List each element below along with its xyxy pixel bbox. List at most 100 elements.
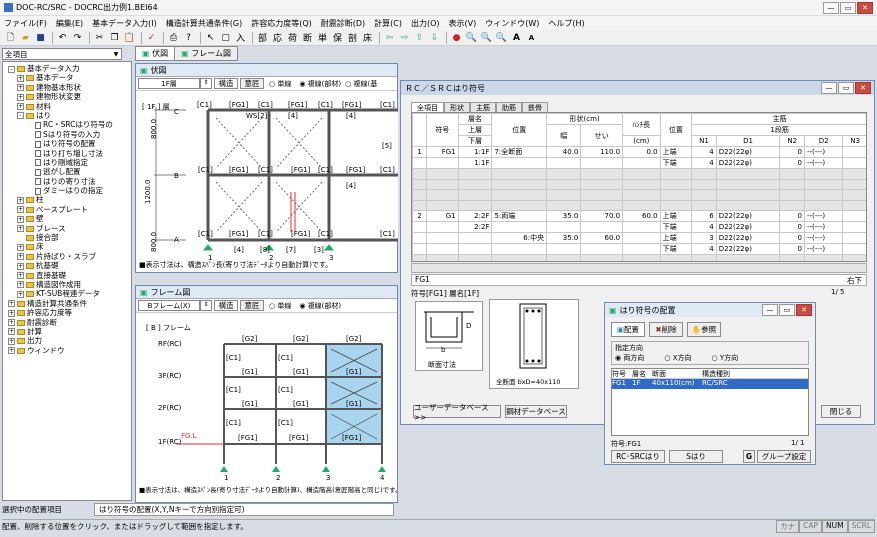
table-cell[interactable] xyxy=(659,189,693,201)
menu-item[interactable]: ファイル(F) xyxy=(4,18,47,29)
table-cell[interactable]: --(---) xyxy=(803,232,844,244)
undo-icon[interactable]: ↶ xyxy=(56,31,69,44)
close-icon[interactable]: ✕ xyxy=(857,1,873,14)
table-cell[interactable]: 2 xyxy=(412,210,427,222)
table-cell[interactable] xyxy=(426,189,459,201)
table-cell[interactable] xyxy=(546,221,582,233)
table-cell[interactable] xyxy=(691,178,717,190)
user-database-button[interactable]: ユーザーデータベース >> xyxy=(413,403,501,422)
table-cell[interactable]: 7:全断面 xyxy=(491,146,548,158)
table-cell[interactable] xyxy=(457,168,493,180)
table-cell[interactable]: 3 xyxy=(691,232,717,244)
s-beam-button[interactable]: Sはり xyxy=(669,450,723,463)
table-cell[interactable] xyxy=(491,168,548,180)
beam-tab[interactable]: 主筋 xyxy=(470,102,496,112)
table-cell[interactable] xyxy=(622,199,661,211)
table-cell[interactable]: 40.0 xyxy=(546,146,582,158)
menu-item[interactable]: 耐震診断(D) xyxy=(321,18,365,29)
frame-icon[interactable]: ▢ xyxy=(219,31,232,44)
expand-icon[interactable]: + xyxy=(8,319,15,327)
tree-item[interactable]: + KT-SUB程連データ xyxy=(8,289,131,298)
input-text-icon[interactable]: 入 xyxy=(234,31,247,44)
table-cell[interactable]: --(---) xyxy=(803,157,844,169)
table-cell[interactable] xyxy=(426,254,459,261)
tree-item[interactable]: はり符号の配置 xyxy=(8,139,131,148)
table-cell[interactable] xyxy=(691,168,717,180)
expand-icon[interactable]: + xyxy=(8,300,15,308)
table-cell[interactable] xyxy=(546,178,582,190)
table-cell[interactable]: 60.0 xyxy=(622,210,661,222)
table-cell[interactable] xyxy=(426,168,459,180)
tree-item[interactable]: + 許容応力度等 xyxy=(8,308,131,317)
table-cell[interactable] xyxy=(779,254,805,261)
menu-item[interactable]: ヘルプ(H) xyxy=(548,18,584,29)
table-cell[interactable] xyxy=(457,199,493,211)
group-setting-button[interactable]: グループ設定 xyxy=(757,450,811,463)
table-cell[interactable]: 上端 xyxy=(659,210,693,222)
table-cell[interactable] xyxy=(715,178,781,190)
search-up-icon[interactable]: 🔍 xyxy=(480,31,493,44)
table-cell[interactable] xyxy=(457,178,493,190)
item-filter-dropdown[interactable]: 全項目 ▼ xyxy=(2,48,122,60)
copy-icon[interactable]: ❐ xyxy=(108,31,121,44)
paste-icon[interactable]: 📋 xyxy=(123,31,136,44)
table-cell[interactable] xyxy=(426,199,459,211)
tree-item[interactable]: + 耐震診断 xyxy=(8,318,131,327)
table-cell[interactable] xyxy=(412,178,427,190)
frame-stepper[interactable]: ⇕ xyxy=(200,300,212,311)
table-cell[interactable] xyxy=(457,232,493,244)
save-icon[interactable]: ■ xyxy=(34,31,47,44)
table-cell[interactable]: D22(22φ) xyxy=(715,157,781,169)
table-cell[interactable] xyxy=(842,254,866,261)
menu-item[interactable]: 許容応力度等(Q) xyxy=(251,18,312,29)
beam-dialog-close-icon[interactable]: ✕ xyxy=(855,82,871,94)
table-cell[interactable] xyxy=(412,157,427,169)
table-cell[interactable] xyxy=(691,199,717,211)
search-down-icon[interactable]: 🔍 xyxy=(495,31,508,44)
menu-item[interactable]: 表示(V) xyxy=(449,18,477,29)
tree-item[interactable]: + 構造計算共通条件 xyxy=(8,299,131,308)
table-cell[interactable]: --(---) xyxy=(803,221,844,233)
expand-icon[interactable]: + xyxy=(17,196,24,204)
place-tab[interactable]: ▣ 配置 xyxy=(611,322,645,337)
table-cell[interactable]: 下端 xyxy=(659,221,693,233)
table-cell[interactable] xyxy=(426,178,459,190)
font-large-icon[interactable]: A xyxy=(510,31,523,44)
expand-icon[interactable]: + xyxy=(17,272,24,280)
table-cell[interactable]: 0 xyxy=(779,210,805,222)
frame-radio-single[interactable]: ○ 単線 xyxy=(269,301,291,311)
table-cell[interactable] xyxy=(622,232,661,244)
table-cell[interactable] xyxy=(491,243,548,255)
frame-radio-double[interactable]: ◉ 複線(部材) xyxy=(299,301,341,311)
table-cell[interactable] xyxy=(622,178,661,190)
table-cell[interactable] xyxy=(546,254,582,261)
table-cell[interactable] xyxy=(546,189,582,201)
table-cell[interactable] xyxy=(715,189,781,201)
table-cell[interactable] xyxy=(842,178,866,190)
table-cell[interactable] xyxy=(546,157,582,169)
table-cell[interactable] xyxy=(779,189,805,201)
menu-item[interactable]: 構造計算共通条件(G) xyxy=(166,18,242,29)
toolbar-text-button[interactable]: 剖 xyxy=(346,31,359,44)
table-cell[interactable] xyxy=(426,157,459,169)
table-cell[interactable]: 1:1F xyxy=(457,146,493,158)
table-cell[interactable] xyxy=(412,168,427,180)
table-cell[interactable] xyxy=(842,189,866,201)
table-cell[interactable] xyxy=(842,221,866,233)
placement-maximize-icon[interactable]: ▭ xyxy=(779,304,795,316)
radio-single[interactable]: ○ 単線 xyxy=(269,79,291,89)
toolbar-text-button[interactable]: 荷 xyxy=(286,31,299,44)
table-cell[interactable]: 0.0 xyxy=(622,146,661,158)
delete-tab[interactable]: ✖ 削除 xyxy=(649,322,683,337)
redo-icon[interactable]: ↷ xyxy=(71,31,84,44)
menu-item[interactable]: 出力(O) xyxy=(411,18,440,29)
tree-item[interactable]: + 計算 xyxy=(8,327,131,336)
expand-icon[interactable]: + xyxy=(17,253,24,261)
beam-dialog-maximize-icon[interactable]: ▭ xyxy=(838,82,854,94)
table-cell[interactable] xyxy=(491,157,548,169)
table-cell[interactable] xyxy=(412,243,427,255)
frame-intention-button[interactable]: 意匠 xyxy=(240,300,264,311)
expand-icon[interactable]: + xyxy=(17,290,24,298)
beam-dialog-minimize-icon[interactable]: — xyxy=(821,82,837,94)
table-cell[interactable] xyxy=(546,168,582,180)
